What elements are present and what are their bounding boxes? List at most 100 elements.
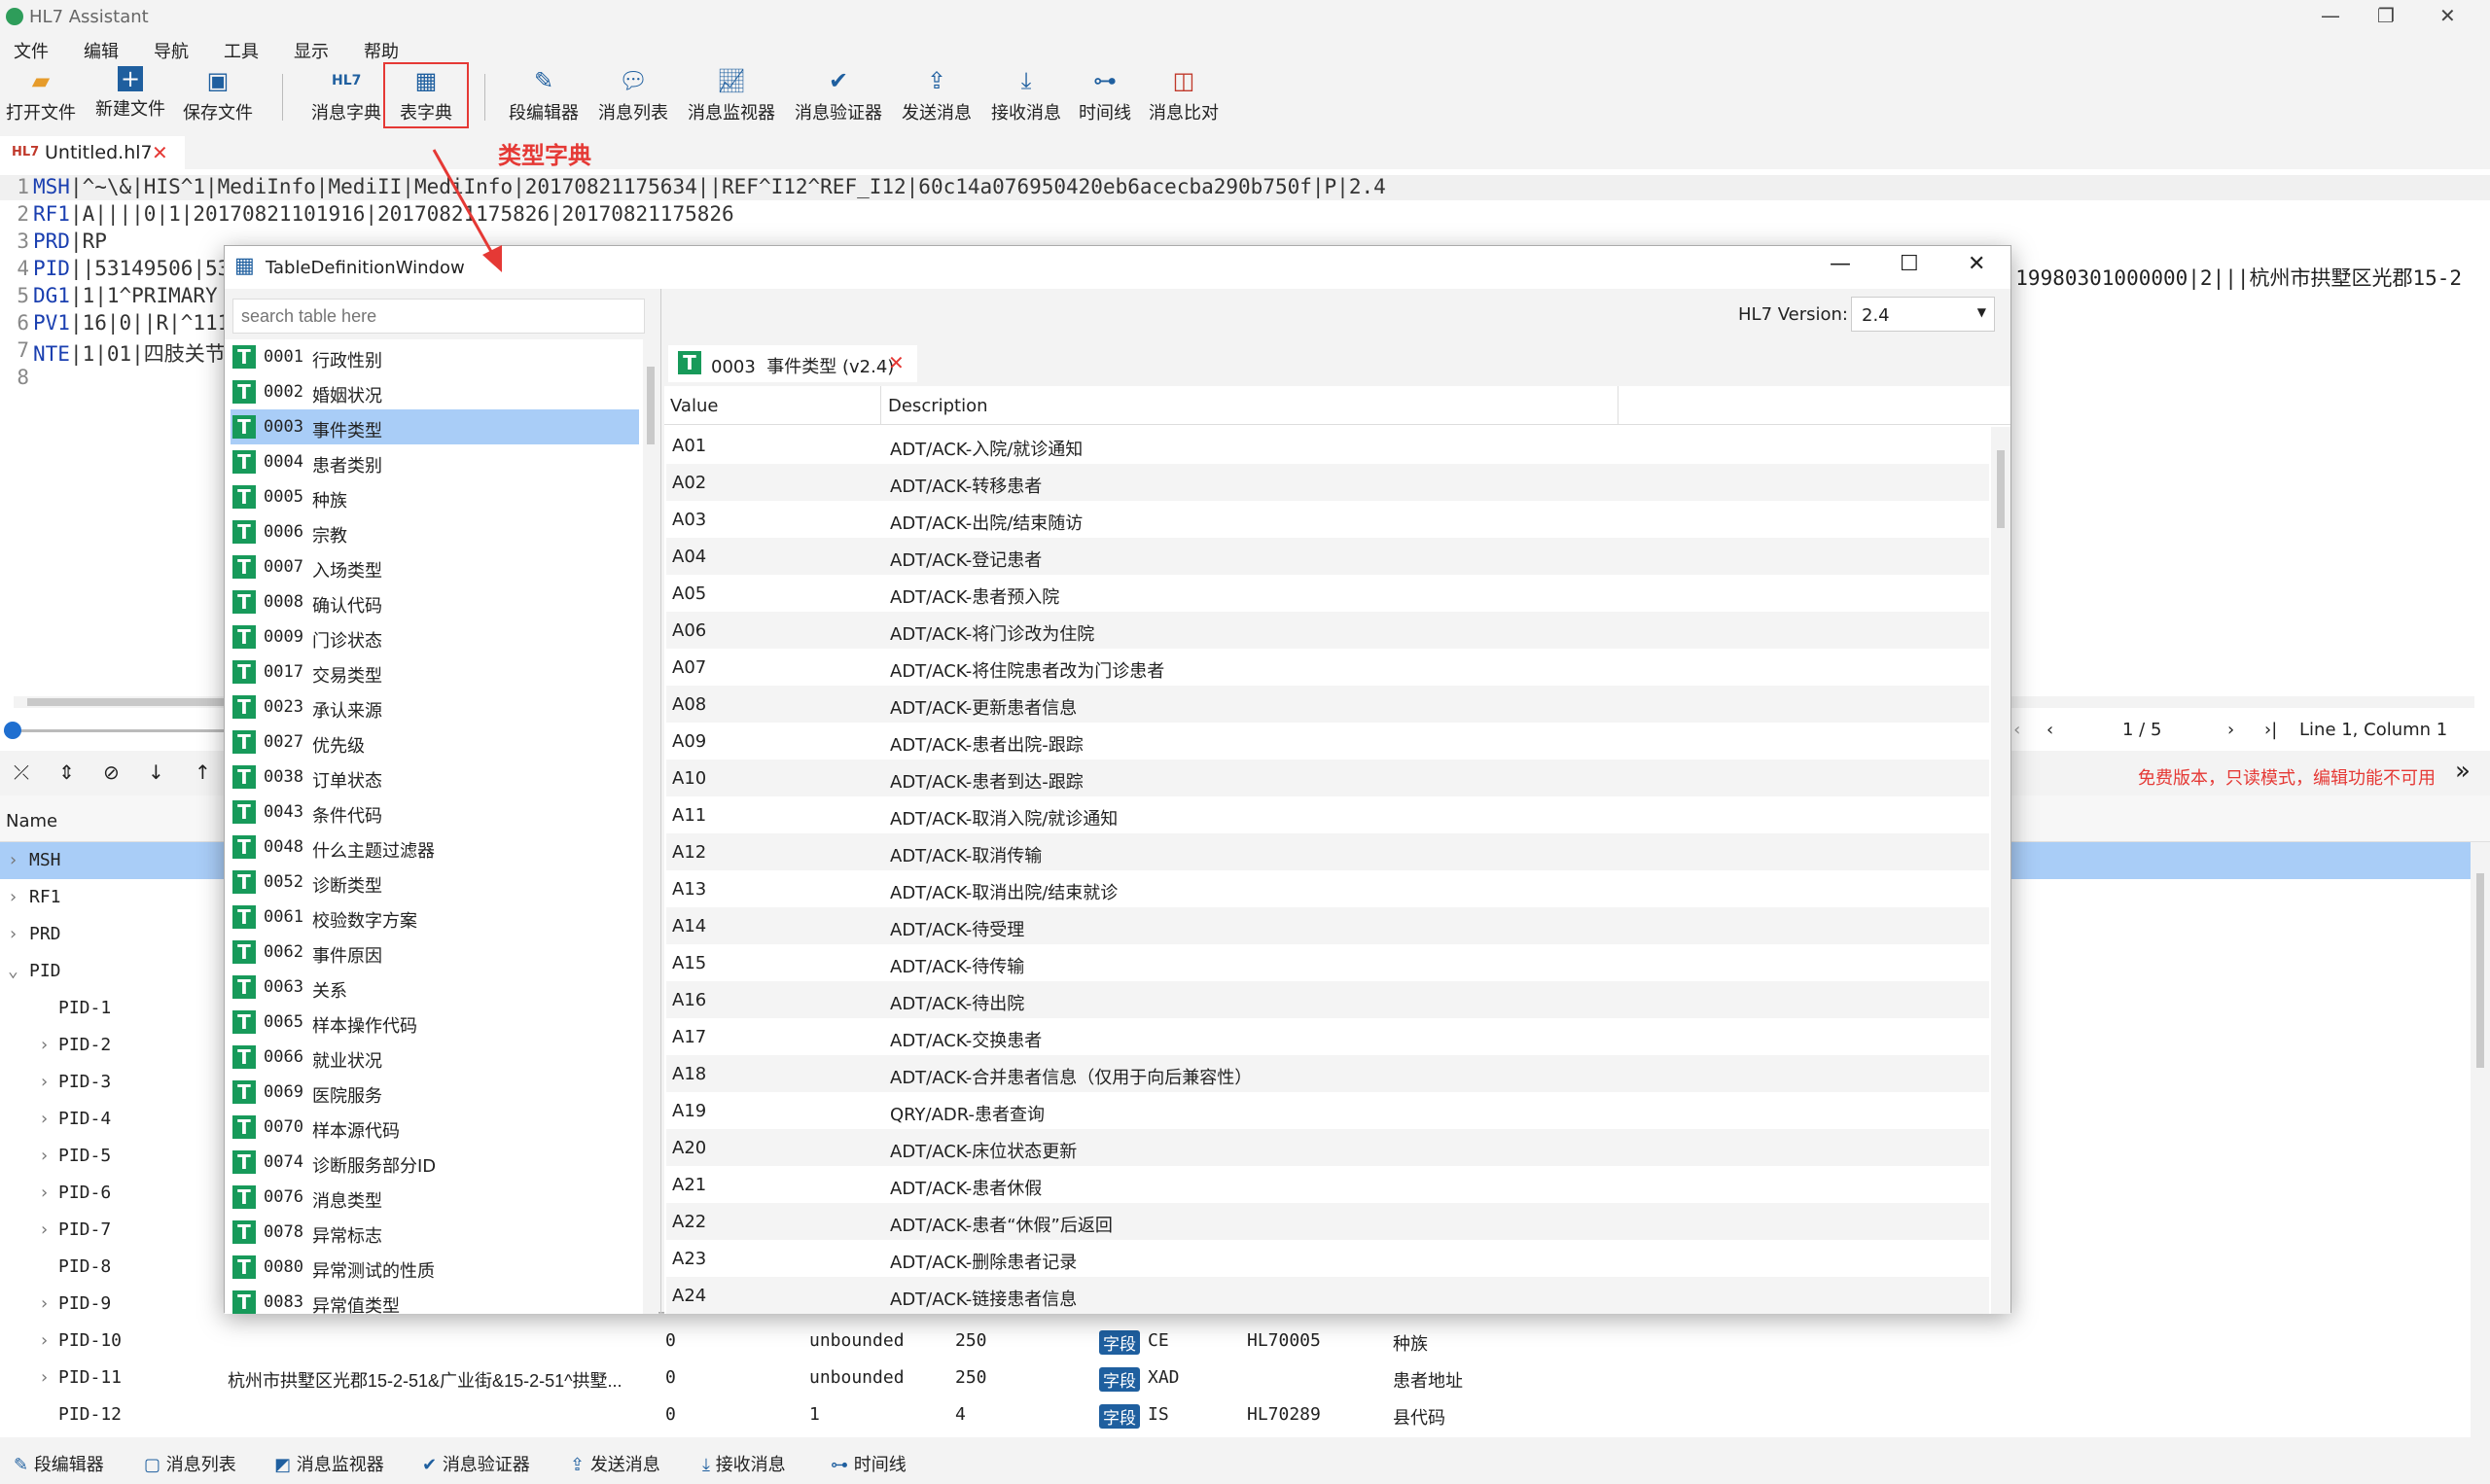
move-down-icon[interactable]: ↓	[148, 760, 164, 784]
value-row[interactable]: A19 QRY/ADR-患者查询	[666, 1092, 1989, 1129]
menu-file[interactable]: 文件	[14, 38, 49, 63]
table-list-item[interactable]: T 0007 入场类型	[231, 549, 639, 584]
expand-chevron-icon[interactable]: ›	[39, 1330, 50, 1351]
table-list-item[interactable]: T 0076 消息类型	[231, 1180, 639, 1215]
table-list-item[interactable]: T 0002 婚姻状况	[231, 374, 639, 409]
last-page-icon[interactable]: ›|	[2264, 720, 2277, 740]
expand-chevron-icon[interactable]: ›	[8, 924, 18, 944]
expand-chevron-icon[interactable]: ›	[39, 1219, 50, 1240]
expand-chevron-icon[interactable]: ⌄	[8, 961, 18, 981]
value-row[interactable]: A03 ADT/ACK-出院/结束随访	[666, 501, 1989, 538]
move-up-icon[interactable]: ↑	[195, 760, 211, 784]
table-list-item[interactable]: T 0004 患者类别	[231, 444, 639, 479]
bottom-tab-receive-message[interactable]: ⤓ 接收消息	[702, 1451, 786, 1476]
value-row[interactable]: A05 ADT/ACK-患者预入院	[666, 575, 1989, 612]
table-list-item[interactable]: T 0005 种族	[231, 479, 639, 514]
restore-icon[interactable]: ❐	[2377, 4, 2395, 27]
table-list-item[interactable]: T 0001 行政性别	[231, 339, 639, 374]
new-file-button[interactable]: + 新建文件	[91, 66, 169, 121]
table-dictionary-button[interactable]: ▦ 表字典	[383, 62, 469, 128]
close-table-tab-icon[interactable]: ✕	[888, 351, 905, 374]
table-list-item[interactable]: T 0062 事件原因	[231, 935, 639, 970]
tree-row[interactable]: › PID-11 杭州市拱墅区光郡15-2-51&广业街&15-2-51^拱墅...…	[0, 1360, 2471, 1396]
hl7-version-select[interactable]: 2.4 ▼	[1851, 297, 1995, 332]
next-page-icon[interactable]: ›	[2227, 720, 2234, 740]
table-list-item[interactable]: T 0066 就业状况	[231, 1040, 639, 1075]
value-row[interactable]: A01 ADT/ACK-入院/就诊通知	[666, 427, 1989, 464]
expand-chevron-icon[interactable]: ›	[8, 850, 18, 870]
table-list-item[interactable]: T 0006 宗教	[231, 514, 639, 549]
table-list-item[interactable]: T 0023 承认来源	[231, 689, 639, 724]
value-row[interactable]: A06 ADT/ACK-将门诊改为住院	[666, 612, 1989, 649]
menu-tools[interactable]: 工具	[224, 38, 259, 63]
table-list-item[interactable]: T 0078 异常标志	[231, 1215, 639, 1250]
expand-chevron-icon[interactable]: ›	[39, 1035, 50, 1055]
save-file-button[interactable]: ▣ 保存文件	[181, 66, 255, 124]
menu-view[interactable]: 显示	[294, 38, 329, 63]
table-list-item[interactable]: T 0009 门诊状态	[231, 619, 639, 654]
table-search-input[interactable]	[232, 299, 645, 334]
table-list-item[interactable]: T 0017 交易类型	[231, 654, 639, 689]
value-row[interactable]: A13 ADT/ACK-取消出院/结束就诊	[666, 870, 1989, 907]
minimize-icon[interactable]: —	[2321, 4, 2340, 27]
expand-chevron-icon[interactable]: ›	[39, 1183, 50, 1203]
expand-chevron-icon[interactable]: ›	[39, 1146, 50, 1166]
bottom-tab-segment-editor[interactable]: ✎ 段编辑器	[14, 1451, 104, 1476]
value-row[interactable]: A12 ADT/ACK-取消传输	[666, 833, 1989, 870]
message-dictionary-button[interactable]: HL7 消息字典	[309, 66, 383, 124]
open-file-button[interactable]: ▰ 打开文件	[4, 66, 78, 124]
value-row[interactable]: A07 ADT/ACK-将住院患者改为门诊患者	[666, 649, 1989, 686]
bottom-tab-timeline[interactable]: ⊶ 时间线	[831, 1451, 907, 1476]
message-monitor-button[interactable]: 📈︎ 消息监视器	[685, 66, 778, 124]
receive-message-button[interactable]: ⤓ 接收消息	[988, 66, 1064, 124]
message-list-button[interactable]: 💬︎ 消息列表	[595, 66, 671, 124]
table-list-item[interactable]: T 0070 样本源代码	[231, 1110, 639, 1145]
message-validator-button[interactable]: ✔ 消息验证器	[792, 66, 885, 124]
table-list-scrollbar[interactable]	[643, 339, 658, 1314]
values-table-scrollbar[interactable]	[1991, 427, 2010, 1314]
dialog-minimize-icon[interactable]: —	[1830, 252, 1851, 276]
tree-vertical-scrollbar[interactable]	[2471, 842, 2490, 1437]
unlink-icon[interactable]: ⊘	[103, 760, 120, 784]
dialog-close-icon[interactable]: ✕	[1968, 252, 1985, 276]
value-row[interactable]: A23 ADT/ACK-删除患者记录	[666, 1240, 1989, 1277]
value-row[interactable]: A04 ADT/ACK-登记患者	[666, 538, 1989, 575]
value-row[interactable]: A18 ADT/ACK-合并患者信息（仅用于向后兼容性）	[666, 1055, 1989, 1092]
zoom-slider[interactable]	[4, 722, 224, 739]
tree-row[interactable]: › PID-10 0 unbounded 250 字段 CE HL70005 种族	[0, 1323, 2471, 1360]
expand-chevron-icon[interactable]: ›	[39, 1293, 50, 1314]
bottom-tab-message-list[interactable]: ▢ 消息列表	[144, 1451, 236, 1476]
table-list-item[interactable]: T 0027 优先级	[231, 724, 639, 760]
table-list-item[interactable]: T 0003 事件类型	[231, 409, 639, 444]
table-list-item[interactable]: T 0065 样本操作代码	[231, 1005, 639, 1040]
send-message-button[interactable]: ⇪ 发送消息	[899, 66, 975, 124]
segment-editor-button[interactable]: ✎ 段编辑器	[506, 66, 582, 124]
table-list-item[interactable]: T 0038 订单状态	[231, 760, 639, 795]
value-row[interactable]: A09 ADT/ACK-患者出院-跟踪	[666, 723, 1989, 760]
close-tab-icon[interactable]: ✕	[152, 141, 168, 164]
value-row[interactable]: A15 ADT/ACK-待传输	[666, 944, 1989, 981]
expand-chevron-icon[interactable]: ›	[8, 887, 18, 907]
timeline-button[interactable]: ⊶ 时间线	[1076, 66, 1134, 124]
table-tab[interactable]: T 0003 事件类型 (v2.4) ✕	[668, 345, 917, 382]
value-row[interactable]: A20 ADT/ACK-床位状态更新	[666, 1129, 1989, 1166]
table-list-item[interactable]: T 0043 条件代码	[231, 795, 639, 830]
expand-chevron-icon[interactable]: ›	[39, 1367, 50, 1388]
bottom-tab-message-monitor[interactable]: ◩ 消息监视器	[274, 1451, 384, 1476]
expand-chevron-icon[interactable]: ›	[39, 1072, 50, 1092]
collapse-all-icon[interactable]: ⤫	[14, 760, 29, 784]
expand-all-icon[interactable]: ⇕	[58, 760, 75, 784]
value-row[interactable]: A02 ADT/ACK-转移患者	[666, 464, 1989, 501]
table-list-item[interactable]: T 0048 什么主题过滤器	[231, 830, 639, 865]
value-row[interactable]: A10 ADT/ACK-患者到达-跟踪	[666, 760, 1989, 796]
table-list-item[interactable]: T 0083 异常值类型	[231, 1285, 639, 1314]
menu-navigate[interactable]: 导航	[154, 38, 189, 63]
value-row[interactable]: A11 ADT/ACK-取消入院/就诊通知	[666, 796, 1989, 833]
table-list-item[interactable]: T 0080 异常测试的性质	[231, 1250, 639, 1285]
value-row[interactable]: A14 ADT/ACK-待受理	[666, 907, 1989, 944]
prev-page-icon[interactable]: ‹	[2046, 720, 2053, 740]
table-list-item[interactable]: T 0074 诊断服务部分ID	[231, 1145, 639, 1180]
message-compare-button[interactable]: ◫ 消息比对	[1146, 66, 1222, 124]
value-row[interactable]: A22 ADT/ACK-患者“休假”后返回	[666, 1203, 1989, 1240]
table-list-item[interactable]: T 0052 诊断类型	[231, 865, 639, 900]
